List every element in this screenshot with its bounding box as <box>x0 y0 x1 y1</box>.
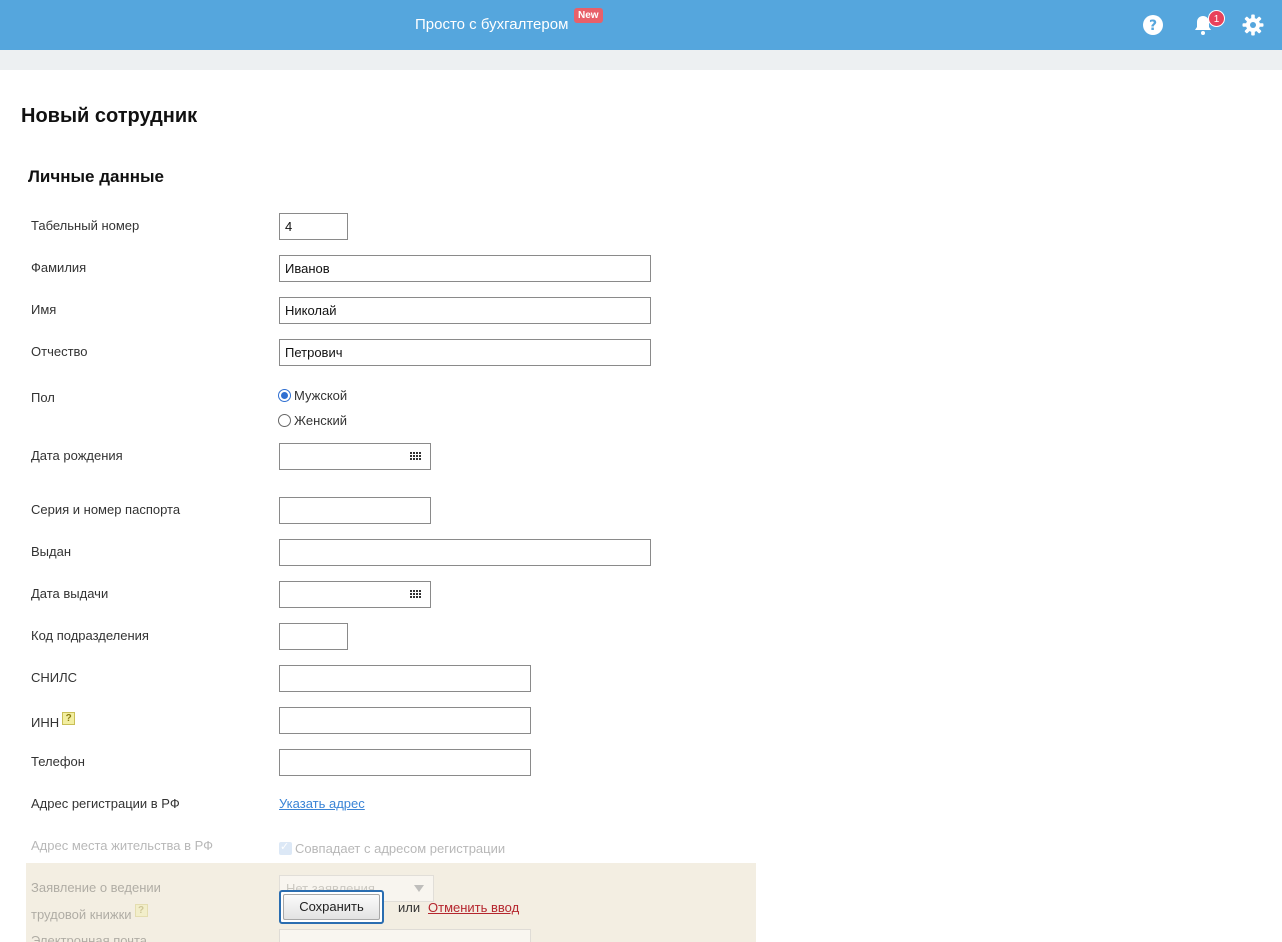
cancel-link[interactable]: Отменить ввод <box>428 900 519 915</box>
specify-address-link[interactable]: Указать адрес <box>279 796 365 811</box>
chevron-down-icon[interactable] <box>414 885 424 892</box>
work-book-label-line1: Заявление о ведении <box>31 880 161 895</box>
female-radio-label: Женский <box>294 413 347 428</box>
phone-input[interactable] <box>279 749 531 776</box>
first-name-input[interactable] <box>279 297 651 324</box>
page-title: Новый сотрудник <box>21 105 198 127</box>
calendar-icon[interactable] <box>410 452 422 460</box>
phone-label: Телефон <box>31 754 85 769</box>
work-book-label: трудовой книжки? <box>31 904 148 922</box>
reg-address-label: Адрес регистрации в РФ <box>31 796 180 811</box>
gender-option-male[interactable]: Мужской <box>278 388 347 403</box>
live-address-label: Адрес места жительства в РФ <box>31 838 214 853</box>
save-button[interactable]: Сохранить <box>279 890 384 924</box>
inn-help-icon[interactable]: ? <box>62 712 76 725</box>
work-book-label-line2: трудовой книжки <box>31 907 132 922</box>
male-radio[interactable] <box>278 389 291 402</box>
top-bar: Просто с бухгалтером New ? 1 <box>0 0 1282 50</box>
brand-title[interactable]: Просто с бухгалтером <box>415 16 568 33</box>
division-code-label: Код подразделения <box>31 628 149 643</box>
issue-date-input[interactable] <box>279 581 431 608</box>
female-radio[interactable] <box>278 414 291 427</box>
snils-input[interactable] <box>279 665 531 692</box>
svg-text:?: ? <box>1149 18 1157 34</box>
division-code-input[interactable] <box>279 623 348 650</box>
last-name-label: Фамилия <box>31 260 87 275</box>
inn-label-text: ИНН <box>31 715 60 730</box>
section-title: Личные данные <box>28 167 164 186</box>
or-text: или <box>398 900 421 915</box>
work-book-help-icon[interactable]: ? <box>134 904 148 917</box>
inn-input[interactable] <box>279 707 531 734</box>
save-button-label: Сохранить <box>283 894 380 920</box>
help-icon[interactable]: ? <box>1141 13 1165 37</box>
issue-date-label: Дата выдачи <box>31 586 109 601</box>
sub-bar <box>0 50 1282 70</box>
same-address-checkbox[interactable] <box>279 840 292 855</box>
passport-input[interactable] <box>279 497 431 524</box>
tab-number-label: Табельный номер <box>31 218 140 233</box>
same-address-checkbox-row[interactable]: Совпадает с адресом регистрации <box>279 840 506 856</box>
same-address-checkbox-label: Совпадает с адресом регистрации <box>295 841 506 856</box>
snils-label: СНИЛС <box>31 670 78 685</box>
gender-option-female[interactable]: Женский <box>278 413 347 428</box>
gender-label: Пол <box>31 390 55 405</box>
inn-label: ИНН? <box>31 712 76 730</box>
email-label: Электронная почта <box>31 933 148 942</box>
issued-by-input[interactable] <box>279 539 651 566</box>
calendar-icon[interactable] <box>410 590 422 598</box>
tab-number-input[interactable] <box>279 213 348 240</box>
first-name-label: Имя <box>31 302 57 317</box>
birth-date-input[interactable] <box>279 443 431 470</box>
birth-date-label: Дата рождения <box>31 448 123 463</box>
gear-icon[interactable] <box>1241 13 1265 37</box>
email-input[interactable] <box>279 929 531 942</box>
new-badge: New <box>574 8 603 23</box>
last-name-input[interactable] <box>279 255 651 282</box>
middle-name-input[interactable] <box>279 339 651 366</box>
issued-by-label: Выдан <box>31 544 72 559</box>
male-radio-label: Мужской <box>294 388 348 403</box>
notification-count-badge: 1 <box>1208 10 1225 27</box>
passport-label: Серия и номер паспорта <box>31 502 181 517</box>
middle-name-label: Отчество <box>31 344 88 359</box>
